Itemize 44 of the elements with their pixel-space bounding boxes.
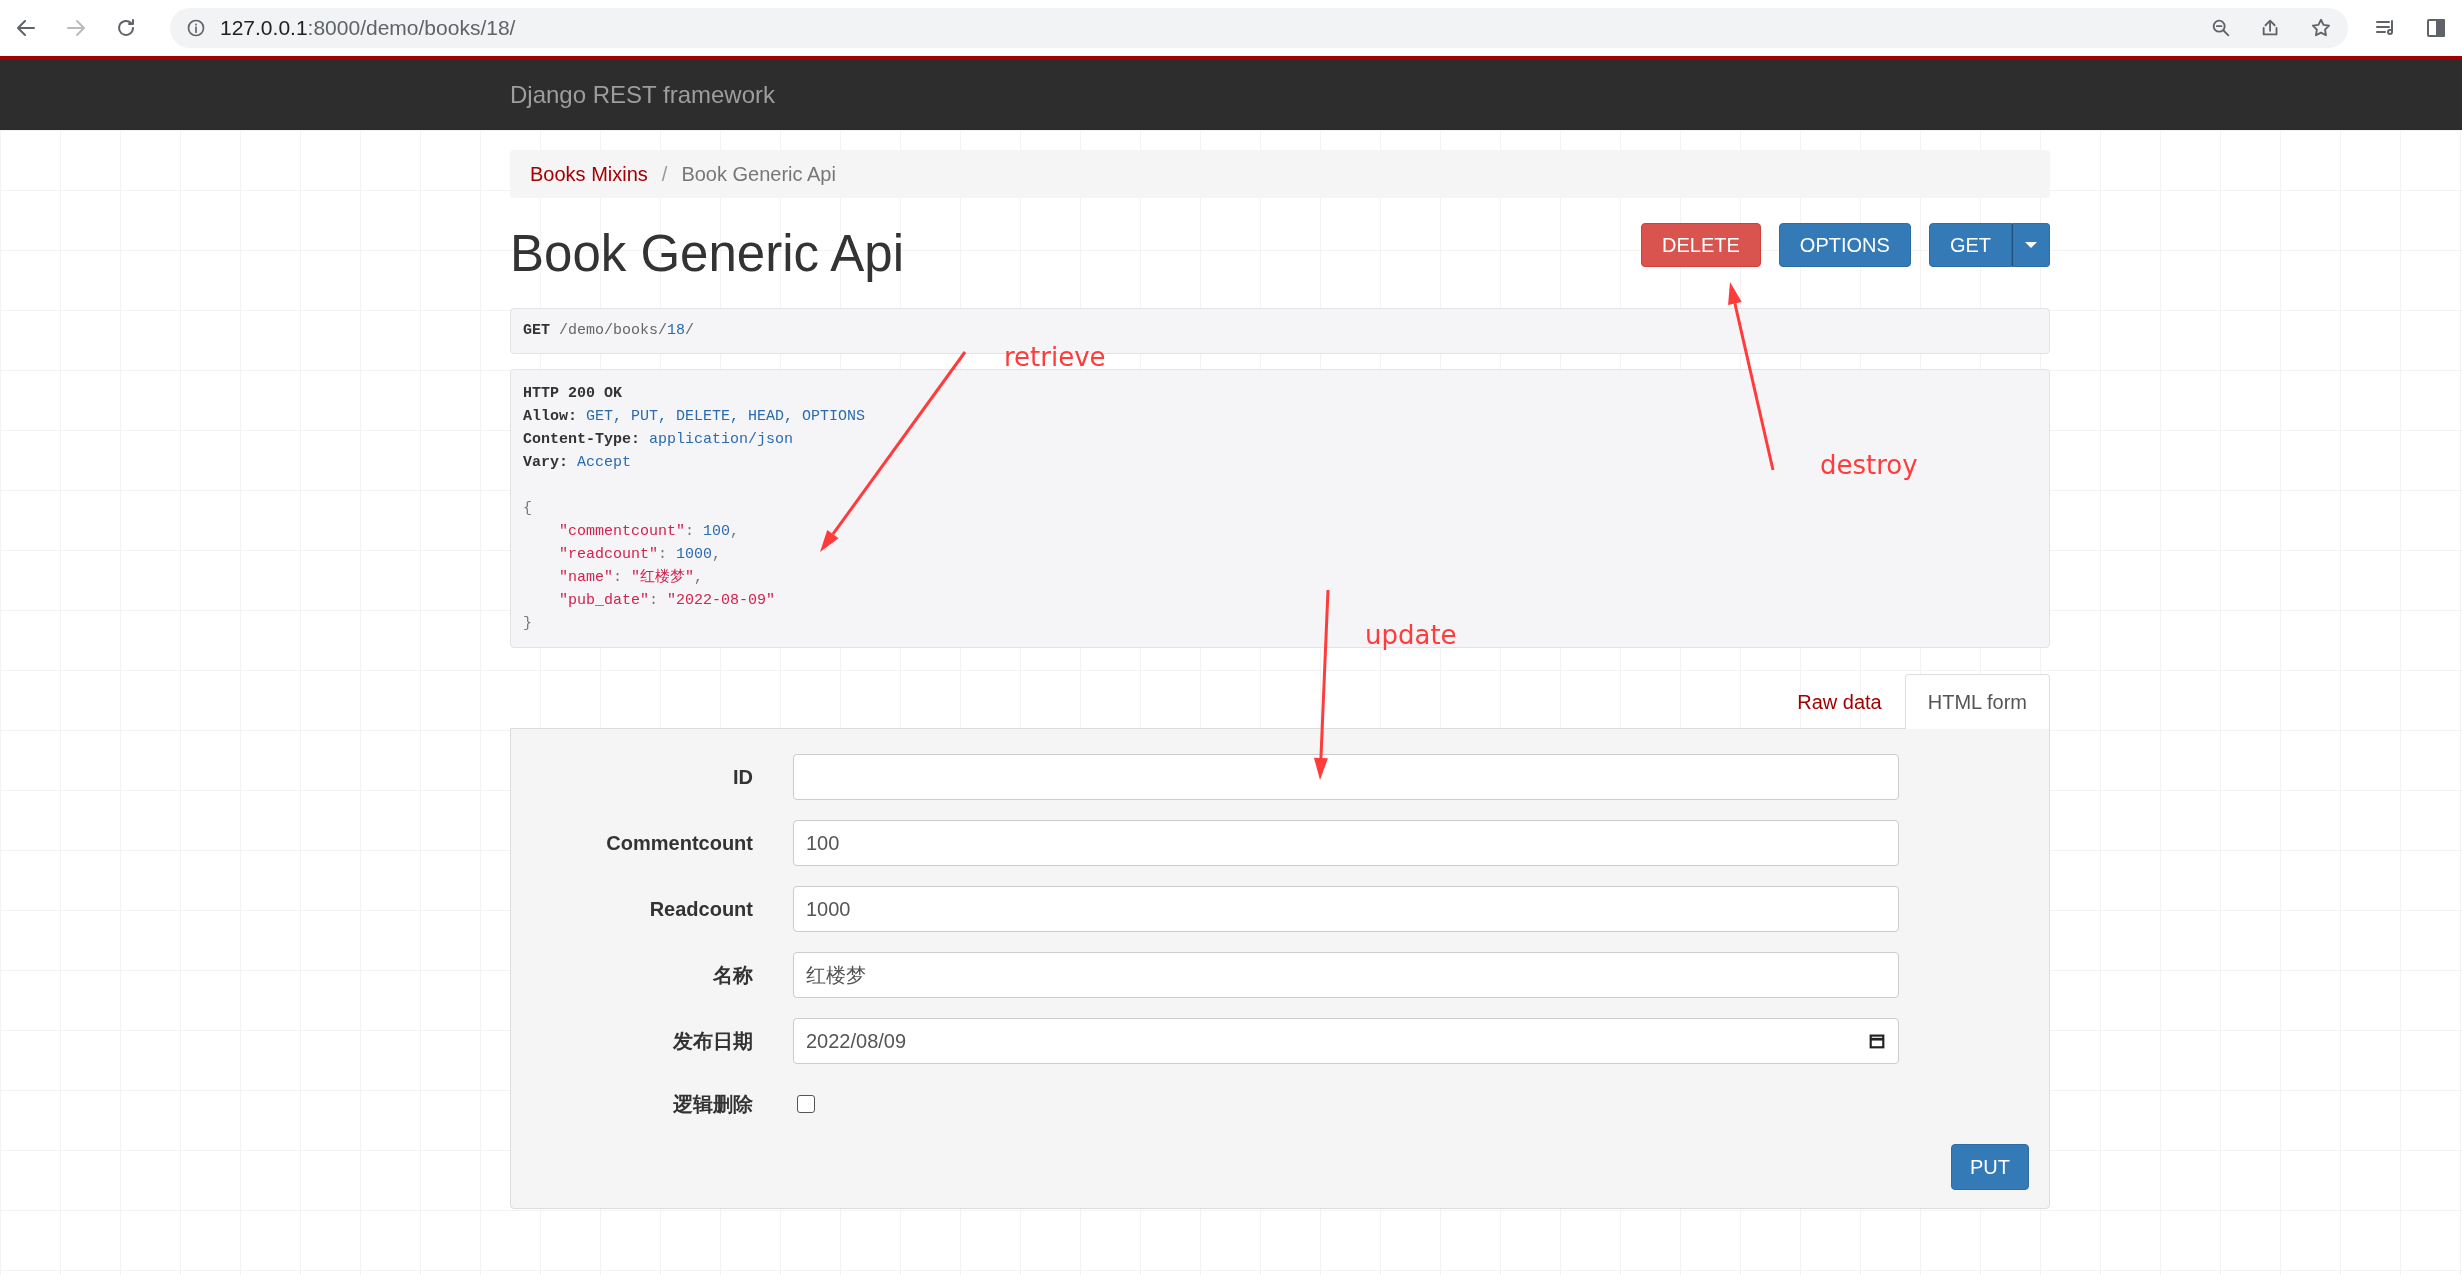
get-button[interactable]: GET xyxy=(1928,223,2012,267)
options-button[interactable]: OPTIONS xyxy=(1778,223,1911,267)
date-field[interactable]: 2022/08/09 xyxy=(793,1018,1899,1064)
response-header: Content-Type: application/json xyxy=(523,430,794,450)
json-line: "commentcount": 100, xyxy=(558,522,740,542)
side-panel-icon[interactable] xyxy=(2424,16,2448,40)
delete-button[interactable]: DELETE xyxy=(1641,223,1761,267)
put-button[interactable]: PUT xyxy=(1951,1144,2029,1190)
form-tab[interactable]: HTML form xyxy=(1904,674,2050,729)
field-label: 发布日期 xyxy=(673,1028,753,1054)
zoom-icon[interactable] xyxy=(2210,17,2232,39)
breadcrumb-separator: / xyxy=(661,162,668,186)
json-line: { xyxy=(523,499,532,519)
annotation-label: retrieve xyxy=(1004,342,1106,372)
response-header: Allow: GET, PUT, DELETE, HEAD, OPTIONS xyxy=(523,407,866,427)
field-label: 名称 xyxy=(713,962,753,988)
caret-icon xyxy=(2025,242,2037,248)
field-label: 逻辑删除 xyxy=(673,1091,753,1117)
annotation-label: destroy xyxy=(1820,450,1918,480)
json-line: } xyxy=(523,614,532,634)
star-icon[interactable] xyxy=(2310,17,2332,39)
address-bar[interactable]: 127.0.0.1:8000/demo/books/18/ xyxy=(170,8,2348,48)
breadcrumb-current: Book Generic Api xyxy=(681,162,836,186)
field-label: ID xyxy=(733,765,753,789)
dropdown-toggle-button[interactable] xyxy=(2012,223,2050,267)
response-header: Vary: Accept xyxy=(523,453,632,473)
json-line: "name": "红楼梦", xyxy=(558,567,704,588)
field-label: Commentcount xyxy=(606,831,753,855)
field-label: Readcount xyxy=(649,897,753,921)
info-icon[interactable] xyxy=(186,18,206,38)
calendar-icon[interactable] xyxy=(1868,1032,1886,1050)
form-tab[interactable]: Raw data xyxy=(1774,674,1905,729)
checkbox[interactable] xyxy=(797,1095,815,1113)
input-field[interactable]: 红楼梦 xyxy=(793,952,1899,998)
request-line: GET /demo/books/18/ xyxy=(523,321,695,341)
input-field[interactable]: 100 xyxy=(793,820,1899,866)
input-field[interactable]: 1000 xyxy=(793,886,1899,932)
json-line: "readcount": 1000, xyxy=(558,545,722,565)
brand-title[interactable]: Django REST framework xyxy=(510,60,775,130)
json-line: "pub_date": "2022-08-09" xyxy=(558,591,776,611)
response-header: HTTP 200 OK xyxy=(523,384,623,404)
breadcrumb-link[interactable]: Books Mixins xyxy=(530,162,648,186)
input-field[interactable] xyxy=(793,754,1899,800)
annotation-label: update xyxy=(1365,620,1457,650)
